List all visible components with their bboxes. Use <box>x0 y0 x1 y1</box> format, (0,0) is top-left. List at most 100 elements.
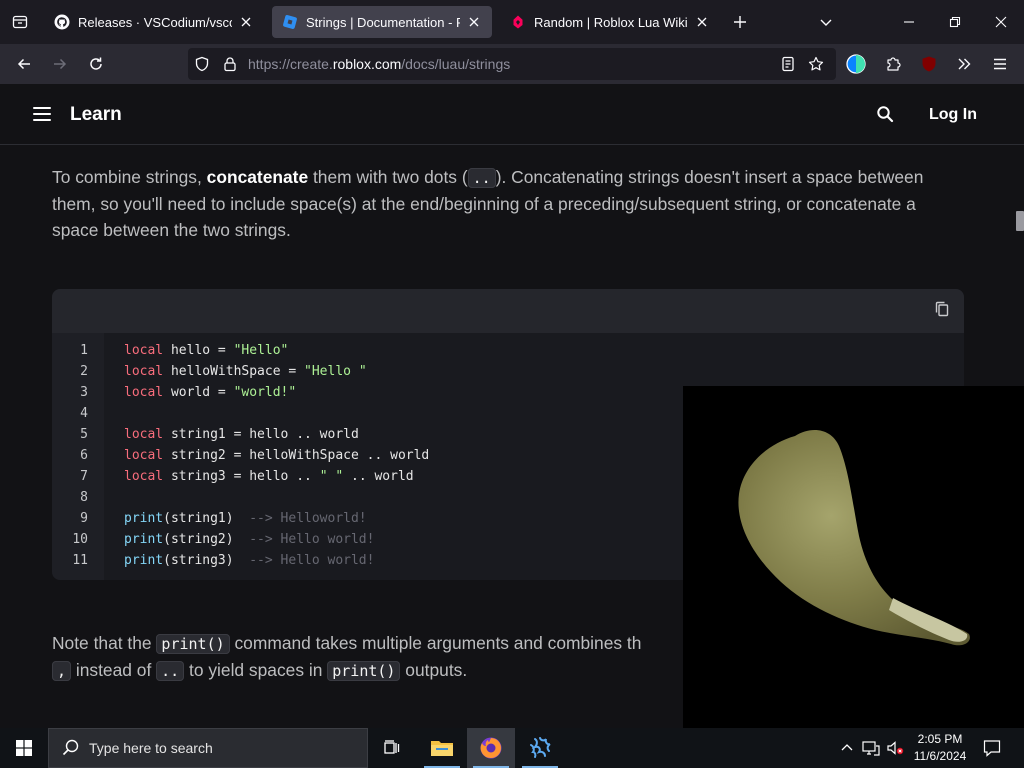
inline-code: .. <box>156 661 185 681</box>
forward-arrow-icon <box>54 58 67 70</box>
double-chevron-right-icon <box>958 58 971 70</box>
code-line: local world = "world!" <box>124 385 297 400</box>
hamburger-menu-icon <box>994 58 1006 70</box>
forward-button[interactable] <box>46 50 74 78</box>
line-number: 9 <box>80 511 88 526</box>
close-window-button[interactable] <box>978 0 1024 44</box>
vscodium-taskbar-button[interactable] <box>516 728 564 768</box>
close-tab-icon[interactable] <box>466 14 482 30</box>
tab-random-roblox-wiki[interactable]: Random | Roblox Lua Wiki | Fan <box>500 6 720 38</box>
chip-image <box>738 430 970 646</box>
line-number: 8 <box>80 490 88 505</box>
windows-logo-icon <box>16 740 32 756</box>
notification-icon <box>983 740 1001 757</box>
task-view-button[interactable] <box>368 728 416 768</box>
puzzle-icon <box>887 57 901 71</box>
code-line: local string1 = hello .. world <box>124 427 359 442</box>
more-tools-button[interactable] <box>950 50 978 78</box>
clock-time: 2:05 PM <box>917 732 963 746</box>
line-number: 4 <box>80 406 88 421</box>
line-number: 1 <box>80 343 88 358</box>
log-in-link[interactable]: Log In <box>929 106 977 124</box>
tracking-protection-shield-icon[interactable] <box>194 56 210 72</box>
clock-date: 11/6/2024 <box>913 749 967 763</box>
line-number: 2 <box>80 364 88 379</box>
tab-strings-documentation[interactable]: Strings | Documentation - Robl <box>272 6 492 38</box>
minimize-button[interactable] <box>886 0 932 44</box>
tab-title: Releases · VSCodium/vscodium <box>78 14 232 30</box>
page-scrollbar-thumb[interactable] <box>1016 211 1024 231</box>
code-line: print(string2) --> Hello world! <box>124 532 375 547</box>
chevron-down-icon <box>820 19 832 26</box>
taskbar-search-box[interactable]: Type here to search <box>48 728 368 768</box>
code-line: local string2 = helloWithSpace .. world <box>124 448 430 463</box>
line-number: 10 <box>72 532 88 547</box>
close-tab-icon[interactable] <box>694 14 710 30</box>
minimize-icon <box>904 21 914 23</box>
browser-navigation-bar: https://create.roblox.com/docs/luau/stri… <box>0 44 1024 106</box>
tab-title: Random | Roblox Lua Wiki | Fan <box>534 14 688 30</box>
tab-title: Strings | Documentation - Robl <box>306 14 460 30</box>
start-button[interactable] <box>0 728 48 768</box>
back-arrow-icon <box>17 58 30 70</box>
print-note-paragraph: Note that the print() command takes mult… <box>52 633 642 681</box>
line-number: 11 <box>72 553 88 568</box>
file-explorer-button[interactable] <box>418 728 466 768</box>
firefox-taskbar-button[interactable] <box>467 728 515 768</box>
inline-code: print() <box>327 661 401 681</box>
vscodium-icon <box>530 737 551 758</box>
bold-term: concatenate <box>206 167 309 187</box>
video-overlay[interactable] <box>683 386 1024 728</box>
code-line: local string3 = hello .. " " .. world <box>124 469 414 484</box>
app-menu-button[interactable] <box>986 50 1014 78</box>
firefox-view-button[interactable] <box>0 0 40 44</box>
ublock-extension-button[interactable] <box>915 50 943 78</box>
fandom-icon <box>510 14 526 30</box>
taskbar-clock[interactable]: 2:05 PM 11/6/2024 <box>906 731 974 765</box>
inline-code: .. <box>467 168 496 188</box>
network-icon <box>862 741 880 756</box>
lock-icon[interactable] <box>222 56 238 72</box>
file-explorer-icon <box>431 741 453 756</box>
list-all-tabs-button[interactable] <box>814 10 838 34</box>
firefox-view-icon <box>12 15 28 29</box>
site-menu-icon[interactable] <box>33 107 51 121</box>
reload-icon <box>90 57 102 70</box>
site-brand-learn[interactable]: Learn <box>70 104 122 126</box>
reload-button[interactable] <box>82 50 110 78</box>
code-line: print(string1) --> Helloworld! <box>124 511 367 526</box>
restore-button[interactable] <box>932 0 978 44</box>
address-bar[interactable]: https://create.roblox.com/docs/luau/stri… <box>188 48 836 80</box>
search-icon[interactable] <box>876 105 894 123</box>
github-icon <box>54 14 70 30</box>
code-line: local hello = "Hello" <box>124 343 289 358</box>
close-icon <box>995 16 1007 28</box>
volume-muted-icon <box>887 741 904 755</box>
new-tab-button[interactable] <box>728 10 752 34</box>
network-status-button[interactable] <box>860 728 882 768</box>
tab-vscodium-releases[interactable]: Releases · VSCodium/vscodium <box>44 6 264 38</box>
line-number-gutter: 1 2 3 4 5 6 7 8 9 10 11 <box>52 333 104 580</box>
code-block-toolbar <box>52 289 964 333</box>
bookmark-star-icon[interactable] <box>808 56 824 72</box>
volume-button[interactable] <box>884 728 906 768</box>
copy-code-icon[interactable] <box>933 300 951 318</box>
search-icon <box>62 739 79 756</box>
action-center-button[interactable] <box>978 728 1006 768</box>
account-button[interactable] <box>842 50 870 78</box>
close-tab-icon[interactable] <box>238 14 254 30</box>
restore-icon <box>949 16 961 28</box>
task-view-icon <box>384 740 400 754</box>
taskbar-search-placeholder: Type here to search <box>89 740 213 756</box>
plus-icon <box>734 16 746 28</box>
reader-view-icon[interactable] <box>780 56 796 72</box>
url-text: https://create.roblox.com/docs/luau/stri… <box>248 56 511 72</box>
windows-taskbar: Type here to search 2:05 PM 11/6/2024 <box>0 728 1024 768</box>
back-button[interactable] <box>10 50 38 78</box>
extensions-button[interactable] <box>879 50 907 78</box>
code-line: print(string3) --> Hello world! <box>124 553 375 568</box>
site-header: Learn Log In <box>0 84 1024 145</box>
browser-tab-strip: Releases · VSCodium/vscodium Strings | D… <box>0 0 1024 44</box>
show-hidden-icons-button[interactable] <box>838 728 856 768</box>
line-number: 6 <box>80 448 88 463</box>
